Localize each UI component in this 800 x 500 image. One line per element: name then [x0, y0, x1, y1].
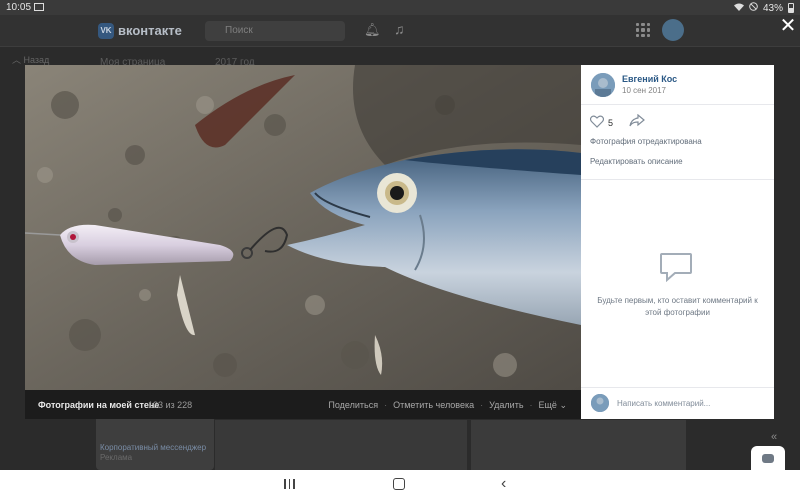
- separator: ·: [529, 400, 533, 410]
- photo-actions: Поделиться · Отметить человека · Удалить…: [328, 400, 567, 411]
- heart-icon: [589, 115, 605, 130]
- photo-date: 10 сен 2017: [622, 86, 667, 95]
- dnd-icon: [749, 2, 758, 14]
- empty-comments-text: Будьте первым, кто оставит комментарий к…: [597, 296, 758, 317]
- battery-percent: 43%: [762, 2, 783, 14]
- chat-button[interactable]: [751, 446, 785, 472]
- photo-footer: Фотографии на моей стене 133 из 228 Поде…: [25, 390, 581, 419]
- separator: ·: [384, 400, 388, 410]
- vk-brand: вконтакте: [118, 23, 182, 38]
- fish-photo: [25, 65, 581, 390]
- edit-description-link[interactable]: Редактировать описание: [590, 157, 683, 166]
- likes-count: 5: [608, 117, 614, 128]
- recent-apps-icon[interactable]: [284, 479, 295, 489]
- bell-icon: 🔔︎: [364, 22, 381, 37]
- bg-ad-card: Корпоративный мессенджер Реклама: [96, 415, 214, 470]
- battery-icon: [788, 3, 794, 13]
- photo-counter: 133 из 228: [148, 400, 193, 410]
- author-avatar[interactable]: [591, 73, 615, 97]
- speech-bubble-icon: [659, 252, 693, 287]
- divider: [581, 104, 774, 105]
- separator: ·: [480, 400, 484, 410]
- apps-grid-icon: [636, 23, 650, 37]
- bg-ad-text: Корпоративный мессенджер Реклама: [100, 443, 207, 462]
- vk-header: VK вконтакте Поиск 🔔︎ ♫: [0, 15, 800, 47]
- divider: [581, 179, 774, 180]
- bg-thumb: [471, 420, 686, 470]
- photo-side-panel: Евгений Кос 10 сен 2017 5 Фотография отр…: [581, 65, 774, 419]
- chat-icon: [762, 454, 774, 463]
- close-icon[interactable]: ✕: [778, 16, 798, 36]
- divider: [581, 387, 774, 388]
- back-icon[interactable]: ‹: [501, 475, 506, 493]
- android-nav-bar: ‹: [0, 470, 800, 500]
- like-button[interactable]: 5: [589, 115, 614, 130]
- gallery-notification-icon: [34, 3, 44, 11]
- photo[interactable]: [25, 65, 581, 390]
- status-bar: 10:05 43%: [0, 0, 800, 15]
- album-title-link[interactable]: Фотографии на моей стене: [38, 400, 159, 410]
- share-action[interactable]: Поделиться: [328, 400, 378, 411]
- delete-action[interactable]: Удалить: [489, 400, 523, 411]
- bg-avatar: [662, 19, 684, 41]
- bg-search-input: Поиск: [205, 21, 345, 41]
- share-arrow-icon[interactable]: [629, 113, 645, 132]
- home-icon[interactable]: [393, 478, 405, 490]
- tag-person-action[interactable]: Отметить человека: [393, 400, 474, 411]
- photo-viewer: Фотографии на моей стене 133 из 228 Поде…: [25, 65, 774, 419]
- vk-logo-icon: VK: [98, 23, 114, 39]
- bg-thumb: [215, 420, 467, 470]
- more-action[interactable]: Ещё ⌄: [539, 400, 567, 411]
- status-time: 10:05: [6, 2, 32, 13]
- my-avatar: [591, 394, 609, 412]
- status-right: 43%: [733, 2, 794, 14]
- wifi-icon: [733, 3, 744, 14]
- edited-note: Фотография отредактирована: [590, 137, 702, 146]
- comment-input[interactable]: [617, 394, 767, 412]
- author-name-link[interactable]: Евгений Кос: [622, 74, 677, 84]
- chevron-down-icon: ⌄: [559, 400, 567, 410]
- collapse-icon: «: [771, 431, 778, 443]
- music-icon: ♫: [394, 21, 405, 37]
